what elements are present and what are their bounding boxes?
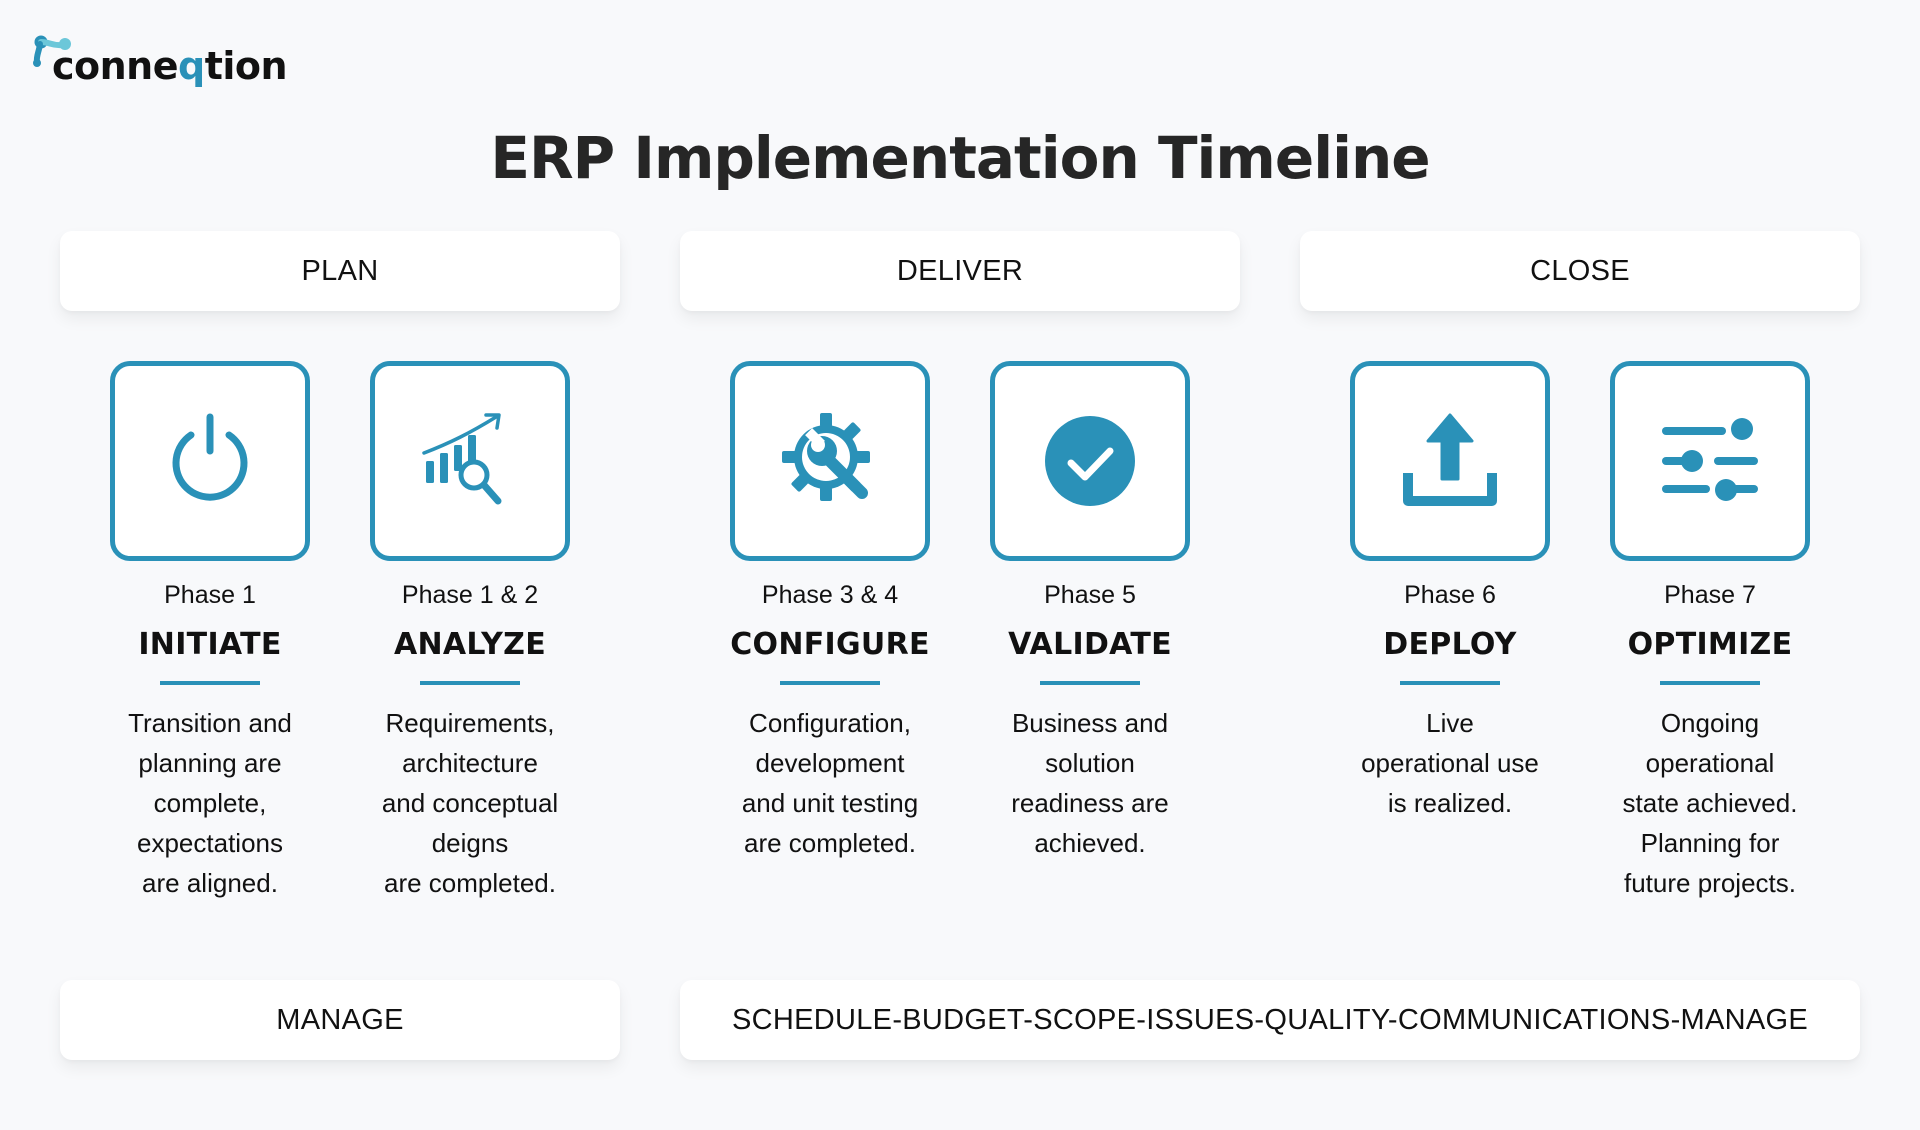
phase-analyze: Phase 1 & 2 ANALYZE Requirements, archit…	[340, 361, 600, 903]
check-circle-icon	[1045, 416, 1135, 506]
phase-icon-box	[1350, 361, 1550, 561]
phase-name: CONFIGURE	[730, 627, 930, 662]
phase-underline	[420, 681, 520, 685]
phase-number: Phase 6	[1404, 581, 1496, 609]
phase-icon-box	[990, 361, 1190, 561]
phase-description: Live operational use is realized.	[1361, 708, 1539, 818]
phase-underline	[780, 681, 880, 685]
phase-name: INITIATE	[138, 627, 282, 662]
phase-description: Ongoing operational state achieved. Plan…	[1622, 708, 1798, 898]
phase-icon-box	[370, 361, 570, 561]
gear-wrench-icon	[782, 413, 870, 501]
phase-description: Transition and planning are complete, ex…	[128, 708, 292, 898]
phase-name: ANALYZE	[393, 627, 547, 662]
phase-icon-box	[1610, 361, 1810, 561]
manage-card: MANAGE	[60, 980, 620, 1060]
brand-name-accent: q	[178, 44, 205, 88]
page: conneqtion ERP Implementation Timeline P…	[0, 0, 1920, 1130]
brand-name-suffix: tion	[204, 44, 288, 88]
phase-underline	[1040, 681, 1140, 685]
phase-underline	[160, 681, 260, 685]
phase-description: Requirements, architecture and conceptua…	[381, 708, 559, 898]
phase-number: Phase 5	[1044, 581, 1136, 609]
chart-search-icon	[422, 413, 502, 505]
management-areas-card: SCHEDULE-BUDGET-SCOPE-ISSUES-QUALITY-COM…	[680, 980, 1860, 1060]
phase-initiate: Phase 1 INITIATE Transition and planning…	[80, 361, 340, 903]
power-icon	[172, 413, 248, 501]
group-header-deliver: DELIVER	[680, 231, 1240, 311]
brand-name: conneqtion	[52, 44, 288, 88]
phase-optimize: Phase 7 OPTIMIZE Ongoing operational sta…	[1580, 361, 1840, 903]
phase-name: DEPLOY	[1383, 627, 1517, 662]
phase-configure: Phase 3 & 4 CONFIGURE Configuration, dev…	[700, 361, 960, 863]
management-areas-label: SCHEDULE-BUDGET-SCOPE-ISSUES-QUALITY-COM…	[731, 1003, 1809, 1036]
group-label: PLAN	[301, 254, 379, 287]
phase-name: OPTIMIZE	[1627, 627, 1793, 662]
phase-description: Business and solution readiness are achi…	[1011, 708, 1169, 858]
phase-number: Phase 1	[164, 581, 256, 609]
phase-icon-box	[730, 361, 930, 561]
phase-number: Phase 7	[1664, 581, 1756, 609]
group-label: DELIVER	[896, 254, 1024, 287]
upload-icon	[1403, 413, 1497, 506]
phase-deploy: Phase 6 DEPLOY Live operational use is r…	[1320, 361, 1580, 823]
phase-validate: Phase 5 VALIDATE Business and solution r…	[960, 361, 1220, 863]
group-header-close: CLOSE	[1300, 231, 1860, 311]
phase-number: Phase 3 & 4	[761, 581, 899, 609]
group-label: CLOSE	[1530, 254, 1630, 287]
phase-description: Configuration, development and unit test…	[741, 708, 919, 858]
page-title: ERP Implementation Timeline	[490, 124, 1430, 192]
phase-underline	[1400, 681, 1500, 685]
phase-underline	[1660, 681, 1760, 685]
manage-label: MANAGE	[276, 1003, 404, 1036]
phase-number: Phase 1 & 2	[401, 581, 539, 609]
brand-name-prefix: conne	[52, 44, 179, 88]
phase-icon-box	[110, 361, 310, 561]
group-header-plan: PLAN	[60, 231, 620, 311]
phase-name: VALIDATE	[1008, 627, 1172, 662]
sliders-icon	[1662, 418, 1758, 501]
